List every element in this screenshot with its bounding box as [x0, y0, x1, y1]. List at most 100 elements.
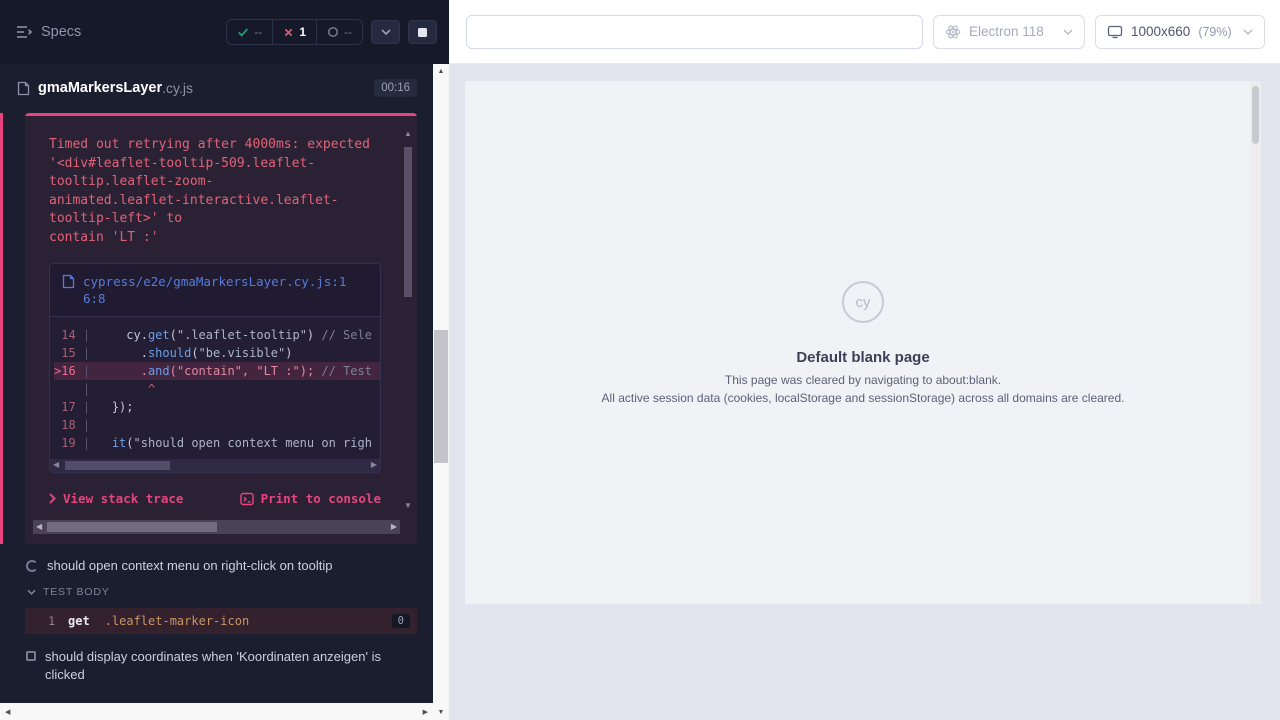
spec-duration-badge: 00:16: [374, 79, 417, 97]
scroll-down-icon[interactable]: ▼: [433, 709, 449, 716]
code-lines: 14 | cy.get(".leaflet-tooltip") // Sele …: [50, 317, 380, 456]
error-message: Timed out retrying after 4000ms: expecte…: [25, 116, 417, 253]
spec-header-row[interactable]: gmaMarkersLayer .cy.js 00:16: [0, 64, 433, 107]
command-number: 1: [25, 614, 59, 628]
vscroll-thumb[interactable]: [404, 147, 412, 297]
spec-extension: .cy.js: [162, 80, 193, 96]
console-icon: [240, 492, 254, 506]
reporter-vscrollbar[interactable]: ▲ ▼: [433, 64, 449, 720]
spec-file-icon: [17, 81, 30, 96]
scroll-left-icon[interactable]: ◀: [5, 708, 10, 716]
scroll-right-icon[interactable]: ▶: [371, 460, 377, 469]
cypress-logo: cy: [842, 281, 884, 323]
error-message-line: Timed out retrying after 4000ms: expecte…: [49, 136, 383, 155]
stop-run-button[interactable]: [408, 20, 437, 44]
pending-square-icon: [26, 651, 36, 661]
stat-failed: 1: [272, 20, 316, 44]
reporter-panel: Specs -- 1 --: [0, 0, 449, 720]
test-title: should open context menu on right-click …: [47, 558, 332, 573]
chevron-down-icon: [27, 589, 36, 595]
spinner-icon: [26, 560, 38, 572]
code-line: 14 | cy.get(".leaflet-tooltip") // Sele: [54, 326, 380, 344]
error-controls: View stack trace Print to console: [49, 491, 381, 506]
viewport-scale: (79%): [1198, 25, 1231, 39]
print-to-console-label: Print to console: [261, 491, 381, 506]
command-method: get: [68, 614, 90, 628]
aut-frame: cy Default blank page This page was clea…: [465, 81, 1261, 604]
scroll-up-icon[interactable]: ▲: [404, 129, 412, 138]
error-message-line: '<div#leaflet-tooltip-509.leaflet-toolti…: [49, 155, 383, 192]
spec-name: gmaMarkersLayer: [38, 80, 162, 96]
electron-icon: [945, 24, 961, 40]
command-badge: 0: [392, 614, 410, 628]
main-area: Electron 118 1000x660 (79%) cy Default b…: [449, 0, 1280, 720]
hscroll-thumb[interactable]: [47, 522, 217, 532]
pending-count: --: [344, 25, 352, 39]
code-line: | ^: [54, 380, 380, 398]
x-icon: [283, 27, 294, 38]
error-panel-vscrollbar[interactable]: ▲ ▼: [402, 129, 414, 510]
stat-pending: --: [316, 20, 362, 44]
chevron-down-icon: [1243, 29, 1253, 35]
code-line: 18 |: [54, 416, 380, 434]
command-target: .leaflet-marker-icon: [105, 614, 250, 628]
error-file-link[interactable]: cypress/e2e/gmaMarkersLayer.cy.js:16:8: [83, 273, 346, 307]
test-title: should display coordinates when 'Koordin…: [45, 648, 385, 684]
code-line: 19 | it("should open context menu on rig…: [54, 434, 380, 452]
failed-attempt-border: [0, 113, 3, 544]
code-line: >16 | .and("contain", "LT :"); // Test: [54, 362, 380, 380]
test-body-label: TEST BODY: [43, 586, 110, 598]
code-line: 15 | .should("be.visible"): [54, 344, 380, 362]
failed-count: 1: [299, 25, 306, 39]
scroll-up-icon[interactable]: ▲: [433, 68, 449, 75]
viewport-size: 1000x660: [1131, 24, 1190, 39]
error-panel: Timed out retrying after 4000ms: expecte…: [25, 113, 417, 544]
scroll-left-icon[interactable]: ◀: [53, 460, 59, 469]
aut-toolbar: Electron 118 1000x660 (79%): [449, 0, 1280, 64]
scroll-left-icon[interactable]: ◀: [36, 522, 42, 531]
code-frame-hscrollbar[interactable]: ◀ ▶: [50, 459, 380, 472]
collapse-runs-button[interactable]: [371, 20, 400, 44]
viewport-selector[interactable]: 1000x660 (79%): [1095, 15, 1265, 49]
failed-test-attempt: Timed out retrying after 4000ms: expecte…: [0, 113, 433, 544]
browser-selector[interactable]: Electron 118: [933, 15, 1085, 49]
error-message-line: animated.leaflet-interactive.leaflet-too…: [49, 192, 383, 229]
code-frame: cypress/e2e/gmaMarkersLayer.cy.js:16:8 1…: [49, 263, 381, 473]
stat-passed: --: [227, 20, 272, 44]
blank-page-line1: This page was cleared by navigating to a…: [465, 373, 1261, 387]
view-stack-trace-label: View stack trace: [63, 491, 183, 506]
vscroll-thumb[interactable]: [1252, 86, 1259, 144]
code-line: 17 | });: [54, 398, 380, 416]
scroll-right-icon[interactable]: ▶: [423, 708, 428, 716]
code-frame-header: cypress/e2e/gmaMarkersLayer.cy.js:16:8: [50, 264, 380, 317]
file-icon: [62, 274, 75, 307]
test-item-pending[interactable]: should display coordinates when 'Koordin…: [0, 634, 433, 684]
error-message-line: contain 'LT :': [49, 229, 383, 248]
passed-count: --: [254, 25, 262, 39]
test-item-running[interactable]: should open context menu on right-click …: [0, 544, 433, 573]
reporter-header: Specs -- 1 --: [0, 0, 449, 64]
chevron-down-icon: [1063, 29, 1073, 35]
hscroll-thumb[interactable]: [65, 461, 170, 470]
viewport-icon: [1107, 24, 1123, 40]
blank-page-content: cy Default blank page This page was clea…: [465, 81, 1261, 405]
error-panel-hscrollbar[interactable]: ◀ ▶: [33, 520, 400, 534]
command-log-row[interactable]: 1 get .leaflet-marker-icon 0: [25, 608, 417, 634]
reporter-hscrollbar[interactable]: ◀ ▶: [0, 703, 433, 720]
specs-label[interactable]: Specs: [41, 24, 81, 40]
url-input[interactable]: [466, 15, 923, 49]
scroll-right-icon[interactable]: ▶: [391, 522, 397, 531]
aut-vscrollbar[interactable]: [1250, 81, 1261, 604]
print-to-console-button[interactable]: Print to console: [240, 491, 381, 506]
check-icon: [237, 26, 249, 38]
run-stats: -- 1 --: [226, 19, 363, 45]
specs-list-icon[interactable]: [16, 25, 32, 39]
aut-container: cy Default blank page This page was clea…: [449, 64, 1280, 720]
test-body-toggle[interactable]: TEST BODY: [0, 573, 433, 598]
pending-circle-icon: [327, 26, 339, 38]
view-stack-trace-button[interactable]: View stack trace: [49, 491, 183, 506]
blank-page-line2: All active session data (cookies, localS…: [465, 391, 1261, 405]
vscroll-thumb[interactable]: [434, 330, 448, 463]
scroll-down-icon[interactable]: ▼: [404, 501, 412, 510]
reporter-content: gmaMarkersLayer .cy.js 00:16 Timed out r…: [0, 64, 433, 703]
